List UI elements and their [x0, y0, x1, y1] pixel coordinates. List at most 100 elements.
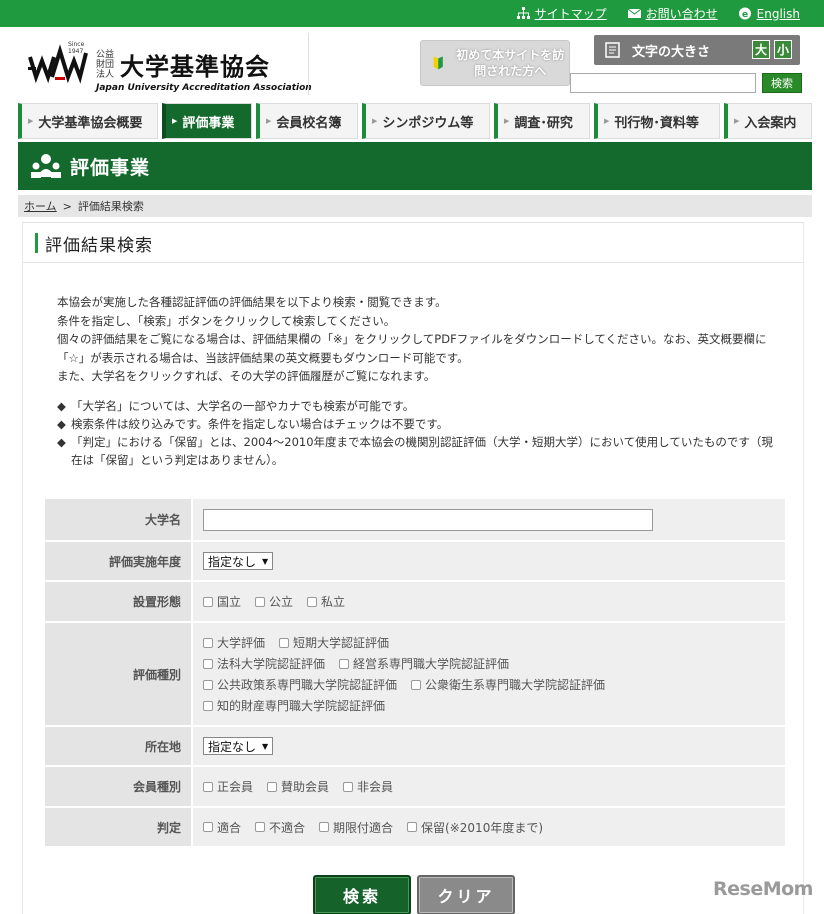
- sitemap-link[interactable]: サイトマップ: [516, 5, 607, 22]
- form-buttons: 検索 クリア: [313, 875, 515, 914]
- checkbox-regular-member[interactable]: 正会員: [203, 778, 253, 795]
- font-small-button[interactable]: 小: [774, 40, 792, 59]
- checkbox-deferred[interactable]: 保留(※2010年度まで): [407, 819, 543, 836]
- nav-label: 調査･研究: [514, 115, 573, 131]
- form-row-evaluation-type: 評価種別 大学評価 短期大学認証評価 法科大学院認証評価 経営系専門職大学院認証…: [45, 623, 785, 727]
- nav-item-about[interactable]: ▶ 大学基準協会概要: [18, 103, 158, 139]
- checkbox-public-health[interactable]: 公衆衛生系専門職大学院認証評価: [411, 676, 605, 693]
- font-large-button[interactable]: 大: [752, 40, 770, 59]
- logo-legal-form: 公益財団法人: [96, 49, 115, 80]
- note-item: ◆ 「大学名」については、大学名の一部やカナでも検索が可能です。: [57, 399, 415, 413]
- form-row-member-type: 会員種別 正会員 賛助会員 非会員: [45, 767, 785, 808]
- nav-item-publications[interactable]: ▶ 刊行物･資料等: [594, 103, 720, 139]
- logo-text: 公益財団法人 大学基準協会 Japan University Accredita…: [96, 47, 312, 94]
- form-row-judgment: 判定 適合 不適合 期限付適合 保留(※2010年度まで): [45, 808, 785, 848]
- arrow-right-icon: ▶: [172, 117, 178, 125]
- arrow-right-icon: ▶: [734, 117, 740, 125]
- form-label: 設置形態: [45, 582, 191, 621]
- site-search-button[interactable]: 検索: [762, 73, 802, 93]
- beginner-leaf-icon: [433, 56, 443, 70]
- arrow-right-icon: ▶: [504, 117, 510, 125]
- breadcrumb-home[interactable]: ホーム: [24, 198, 57, 214]
- intro-line: 本協会が実施した各種認証評価の評価結果を以下より検索・閲覧できます。: [57, 295, 447, 309]
- checkbox-law-school[interactable]: 法科大学院認証評価: [203, 655, 325, 672]
- form-label: 判定: [45, 808, 191, 846]
- site-header: Since 1947 公益財団法人 大学基準協会 Japan Universit…: [18, 27, 812, 99]
- checkbox-national[interactable]: 国立: [203, 593, 241, 610]
- sitemap-label: サイトマップ: [534, 7, 607, 21]
- site-logo[interactable]: Since 1947 公益財団法人 大学基準協会 Japan Universit…: [28, 39, 312, 93]
- nav-item-evaluation[interactable]: ▶ 評価事業: [162, 103, 252, 139]
- sitemap-icon: [516, 7, 530, 19]
- arrow-right-icon: ▶: [266, 117, 272, 125]
- section-title-bar: 評価事業: [18, 142, 812, 190]
- diamond-bullet-icon: ◆: [57, 417, 66, 431]
- diamond-bullet-icon: ◆: [57, 435, 66, 449]
- form-row-university: 大学名: [45, 499, 785, 542]
- dropdown-arrow-icon: ▼: [262, 556, 269, 566]
- nav-item-research[interactable]: ▶ 調査･研究: [494, 103, 590, 139]
- nav-label: 刊行物･資料等: [614, 115, 699, 131]
- clear-button[interactable]: クリア: [417, 875, 515, 914]
- english-link[interactable]: e English: [738, 5, 800, 22]
- form-label: 評価種別: [45, 623, 191, 725]
- university-name-input[interactable]: [203, 508, 653, 531]
- checkbox-private[interactable]: 私立: [307, 593, 345, 610]
- checkbox-intellectual-property[interactable]: 知的財産専門職大学院認証評価: [203, 697, 385, 714]
- nav-item-symposium[interactable]: ▶ シンポジウム等: [362, 103, 490, 139]
- title-accent-bar: [35, 233, 38, 253]
- resemom-watermark: ReseMom: [713, 878, 813, 900]
- header-divider: [308, 33, 309, 95]
- form-label: 会員種別: [45, 767, 191, 806]
- svg-text:e: e: [742, 10, 748, 20]
- logo-english: Japan University Accreditation Associati…: [96, 83, 312, 93]
- nav-label: 大学基準協会概要: [38, 115, 143, 131]
- breadcrumb: ホーム > 評価結果検索: [18, 195, 812, 217]
- form-row-establishment: 設置形態 国立 公立 私立: [45, 582, 785, 623]
- search-button[interactable]: 検索: [313, 875, 411, 914]
- checkbox-business-school[interactable]: 経営系専門職大学院認証評価: [339, 655, 509, 672]
- checkbox-conditional[interactable]: 期限付適合: [319, 819, 393, 836]
- font-size-label: 文字の大きさ: [632, 44, 711, 60]
- section-title: 評価事業: [70, 156, 151, 179]
- intro-line: 個々の評価結果をご覧になる場合は、評価結果欄の「※」をクリックしてPDFファイル…: [57, 332, 767, 365]
- checkbox-junior-college[interactable]: 短期大学認証評価: [279, 634, 389, 651]
- globe-e-icon: e: [738, 7, 751, 20]
- dropdown-arrow-icon: ▼: [262, 741, 269, 751]
- contact-link[interactable]: お問い合わせ: [627, 5, 718, 22]
- breadcrumb-separator: >: [62, 199, 72, 213]
- checkbox-public[interactable]: 公立: [255, 593, 293, 610]
- diamond-bullet-icon: ◆: [57, 399, 66, 413]
- location-select[interactable]: 指定なし ▼: [203, 737, 274, 755]
- checkbox-public-policy[interactable]: 公共政策系専門職大学院認証評価: [203, 676, 397, 693]
- arrow-right-icon: ▶: [604, 117, 610, 125]
- page-title: 評価結果検索: [45, 236, 153, 256]
- checkbox-conforming[interactable]: 適合: [203, 819, 241, 836]
- logo-name: 大学基準協会: [120, 52, 270, 81]
- content-panel: 評価結果検索 本協会が実施した各種認証評価の評価結果を以下より検索・閲覧できます…: [22, 222, 804, 914]
- year-select[interactable]: 指定なし ▼: [203, 552, 274, 570]
- note-item: ◆ 「判定」における「保留」とは、2004～2010年度まで本協会の機関別認証評価…: [57, 435, 773, 467]
- nav-label: 評価事業: [182, 115, 235, 131]
- first-visit-button[interactable]: 初めて本サイトを訪問された方へ: [420, 40, 570, 86]
- logo-since: Since 1947: [68, 41, 85, 55]
- form-label: 大学名: [45, 499, 191, 540]
- nav-label: 会員校名簿: [276, 115, 342, 131]
- nav-item-members[interactable]: ▶ 会員校名簿: [256, 103, 358, 139]
- breadcrumb-current: 評価結果検索: [77, 200, 144, 213]
- checkbox-non-member[interactable]: 非会員: [343, 778, 393, 795]
- mail-icon: [627, 8, 641, 18]
- nav-item-membership[interactable]: ▶ 入会案内: [724, 103, 812, 139]
- checkbox-non-conforming[interactable]: 不適合: [255, 819, 305, 836]
- site-search-input[interactable]: [570, 73, 756, 93]
- intro-line: また、大学名をクリックすれば、その大学の評価履歴がご覧になれます。: [57, 369, 436, 383]
- page-header: 評価結果検索: [23, 223, 803, 263]
- intro-text: 本協会が実施した各種認証評価の評価結果を以下より検索・閲覧できます。 条件を指定…: [57, 293, 777, 386]
- form-label: 所在地: [45, 727, 191, 765]
- english-label: English: [756, 6, 800, 21]
- contact-label: お問い合わせ: [645, 7, 718, 21]
- first-visit-label: 初めて本サイトを訪問された方へ: [456, 48, 565, 78]
- checkbox-supporting-member[interactable]: 賛助会員: [267, 778, 329, 795]
- checkbox-university-evaluation[interactable]: 大学評価: [203, 634, 265, 651]
- top-utility-bar: サイトマップ お問い合わせ e English: [0, 0, 824, 27]
